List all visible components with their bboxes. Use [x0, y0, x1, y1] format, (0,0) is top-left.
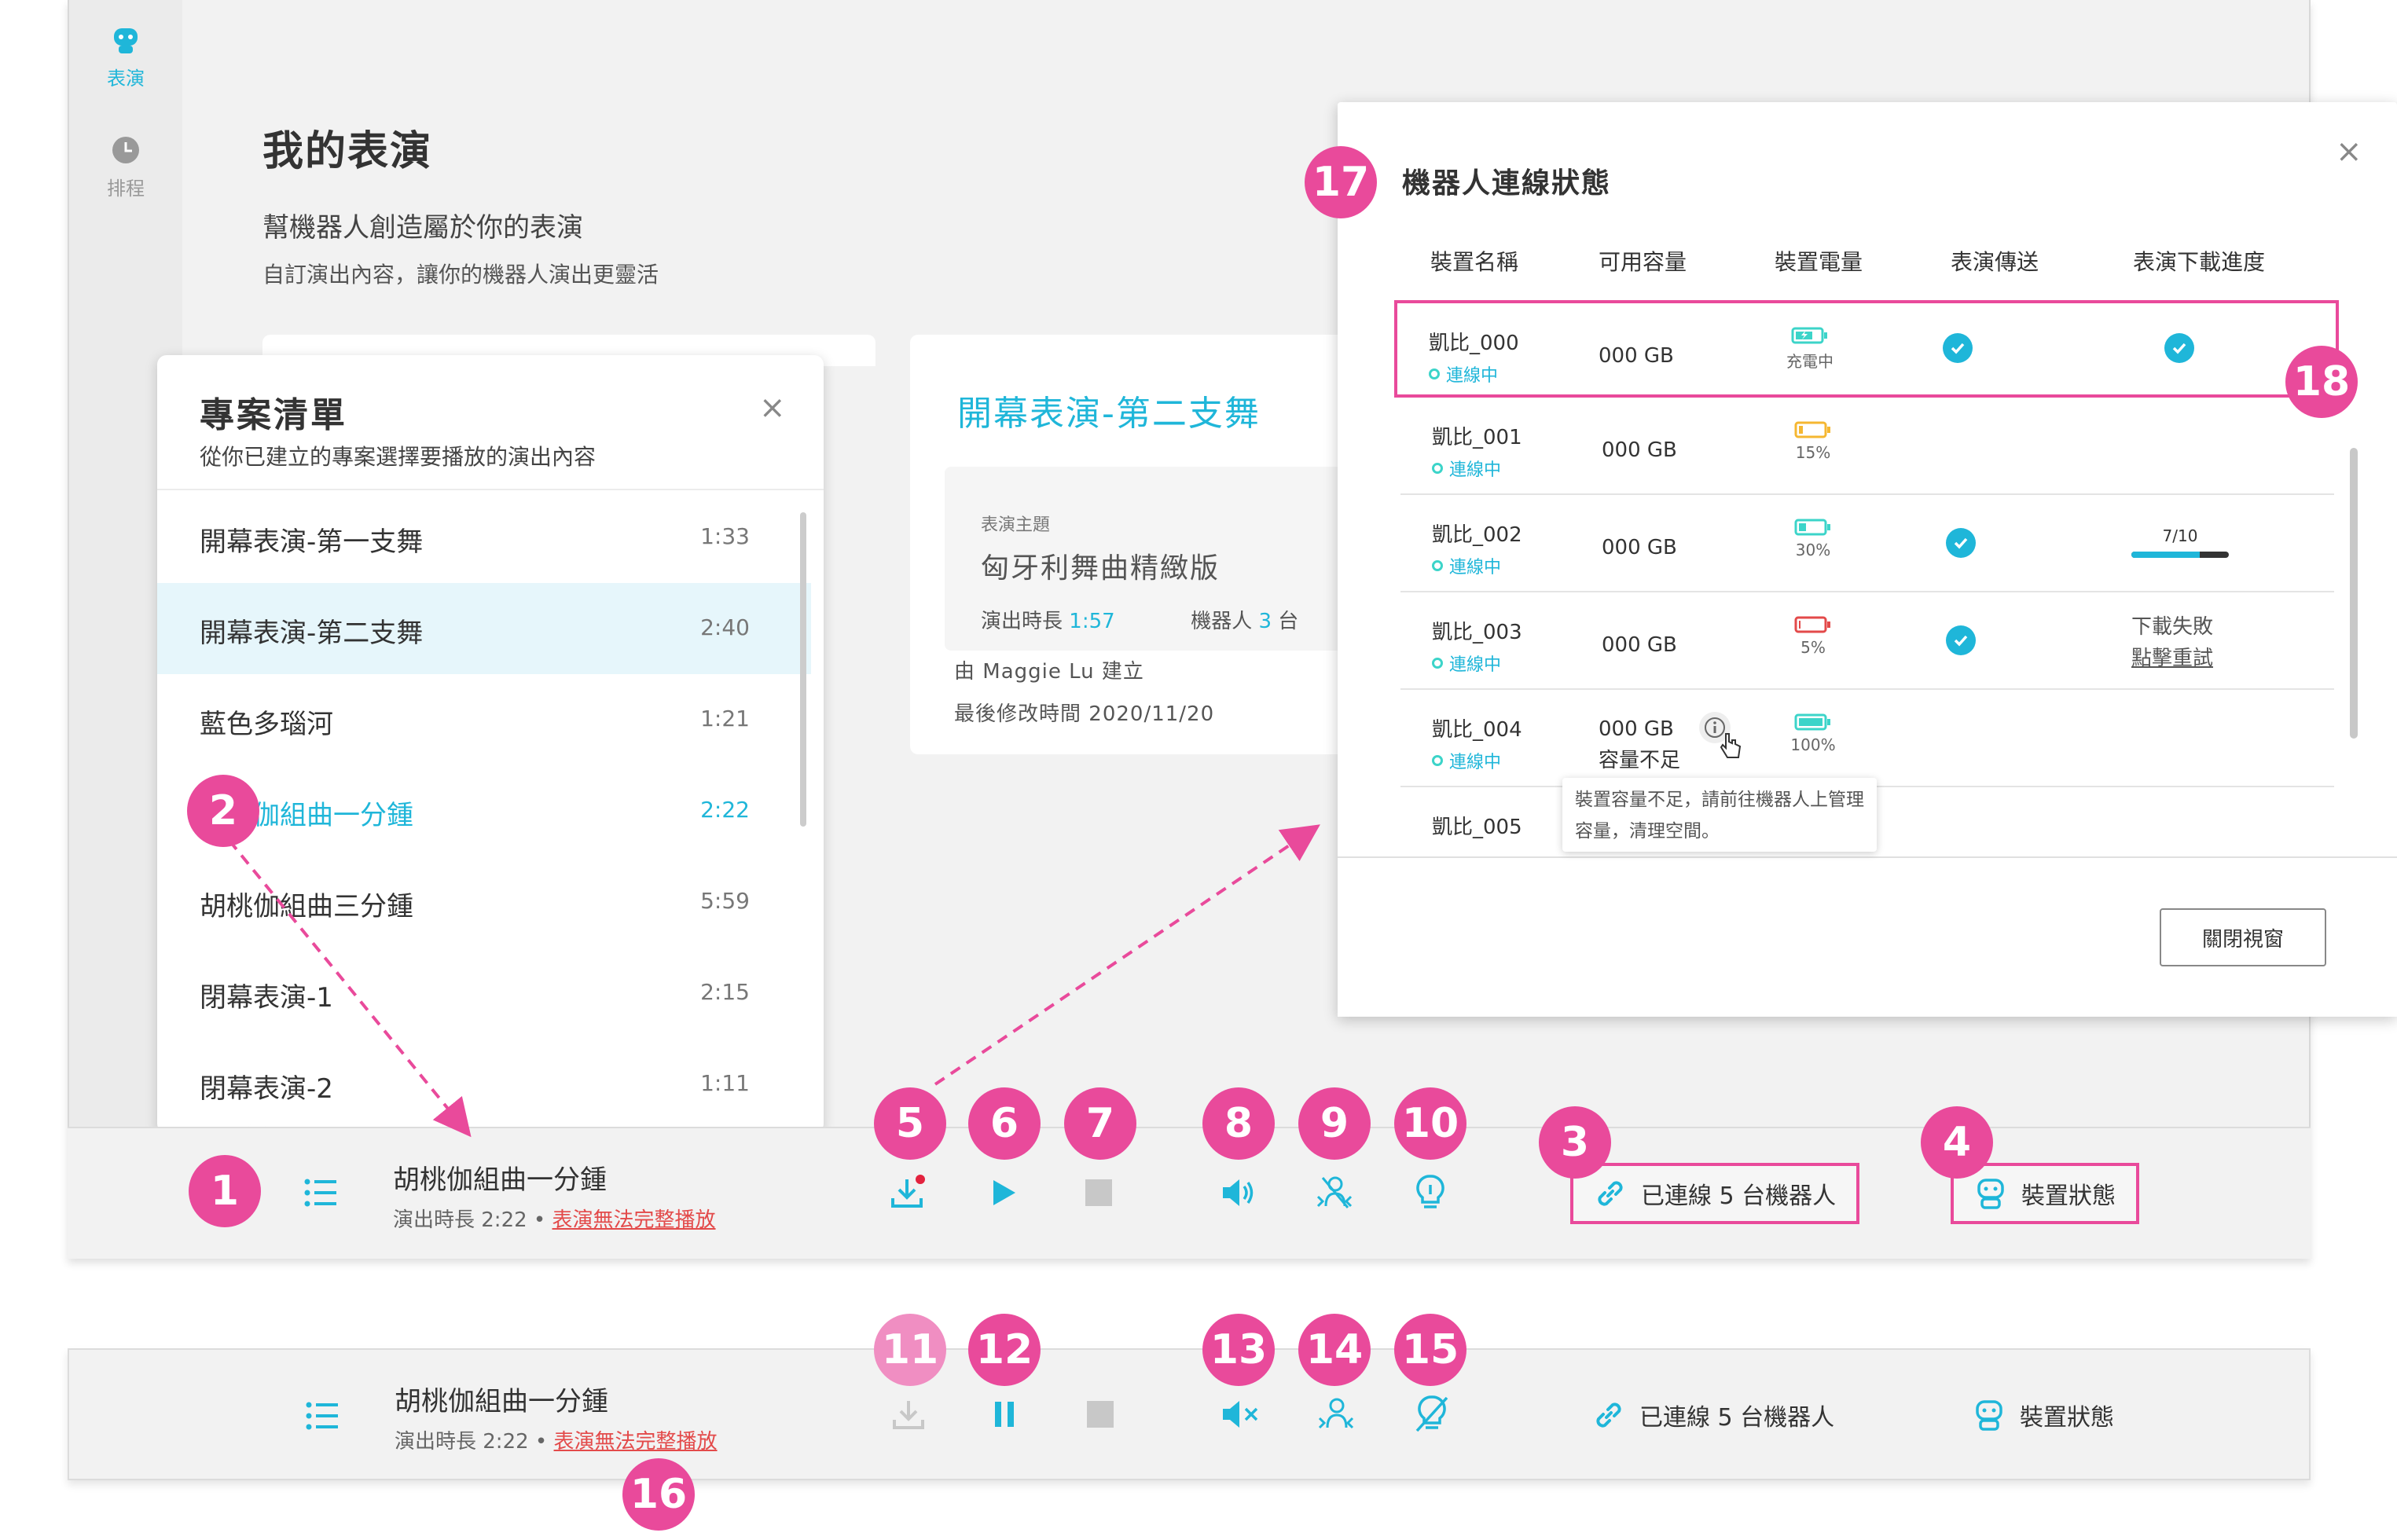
annotation-marker: 2: [187, 775, 259, 847]
annotation-marker: 8: [1202, 1087, 1275, 1160]
annotation-marker: 9: [1298, 1087, 1371, 1160]
arrow-to-modal: [934, 824, 1320, 1086]
annotation-marker: 4: [1921, 1106, 1993, 1179]
annotation-marker: 18: [2285, 346, 2358, 418]
annotation-marker: 15: [1394, 1314, 1466, 1386]
annotation-marker: 13: [1202, 1314, 1275, 1386]
annotation-marker: 5: [874, 1087, 946, 1160]
annotation-marker: 17: [1305, 146, 1377, 218]
annotation-marker: 14: [1298, 1314, 1371, 1386]
annotation-marker: 6: [968, 1087, 1041, 1160]
annotation-marker: 12: [968, 1314, 1041, 1386]
annotation-marker: 7: [1064, 1087, 1136, 1160]
annotation-marker: 1: [189, 1155, 261, 1227]
annotation-marker: 16: [622, 1458, 695, 1531]
annotation-arrows: [228, 824, 1320, 1138]
annotation-marker: 10: [1394, 1087, 1466, 1160]
annotation-marker: 11: [874, 1314, 946, 1386]
arrow-to-bar: [228, 839, 472, 1138]
annotation-marker: 3: [1539, 1106, 1611, 1179]
